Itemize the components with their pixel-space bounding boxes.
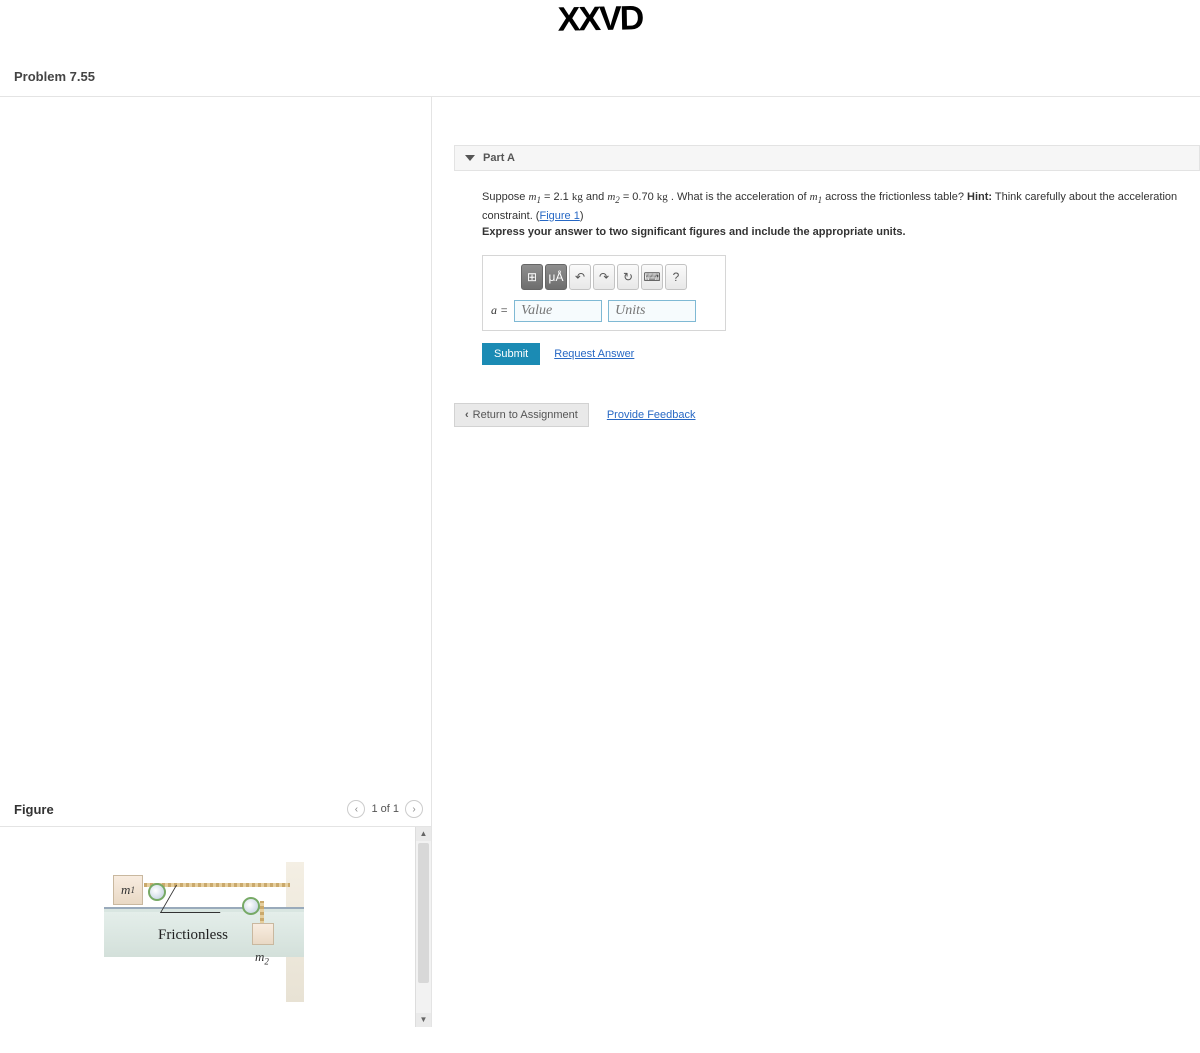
keyboard-tool[interactable]: ⌨ [641,264,663,290]
provide-feedback-link[interactable]: Provide Feedback [607,409,696,421]
part-a-header[interactable]: Part A [454,145,1200,171]
answer-instruction: Express your answer to two significant f… [482,226,906,238]
variable-label: a = [491,303,508,318]
scroll-down-button[interactable]: ▼ [416,1013,431,1027]
frictionless-label: Frictionless [158,927,228,944]
pulley-icon [148,883,166,901]
scroll-up-button[interactable]: ▲ [416,827,431,841]
part-label: Part A [483,152,515,164]
caret-down-icon [465,155,475,161]
figure-next-button[interactable]: › [405,800,423,818]
right-column: Part A Suppose m1 = 2.1 kg and m2 = 0.70… [432,97,1200,1027]
value-input[interactable] [514,300,602,322]
left-column: Figure ‹ 1 of 1 › m1 [0,97,432,1027]
problem-statement: Suppose m1 = 2.1 kg and m2 = 0.70 kg . W… [454,171,1200,245]
figure-canvas: m1 m2 Frictionless [0,827,415,1027]
mass1-block: m1 [113,875,143,905]
figure-scrollbar[interactable]: ▲ ▼ [415,827,431,1027]
problem-title: Problem 7.55 [0,39,1200,97]
symbols-tool[interactable]: μÅ [545,264,567,290]
request-answer-link[interactable]: Request Answer [554,348,634,360]
mass2-label: m2 [255,949,269,967]
help-tool[interactable]: ? [665,264,687,290]
units-input[interactable] [608,300,696,322]
answer-box: ⊞ μÅ ↶ ↷ ↻ ⌨ ? a = [482,255,726,331]
submit-button[interactable]: Submit [482,343,540,365]
figure-pager: 1 of 1 [371,803,399,815]
reset-tool[interactable]: ↻ [617,264,639,290]
templates-tool[interactable]: ⊞ [521,264,543,290]
pulley-icon [242,897,260,915]
figure-1-link[interactable]: Figure 1 [539,210,579,222]
figure-heading: Figure [14,802,54,817]
return-to-assignment-button[interactable]: Return to Assignment [454,403,589,427]
undo-tool[interactable]: ↶ [569,264,591,290]
figure-prev-button[interactable]: ‹ [347,800,365,818]
scroll-thumb[interactable] [418,843,429,983]
mass2-block [252,923,274,945]
redo-tool[interactable]: ↷ [593,264,615,290]
